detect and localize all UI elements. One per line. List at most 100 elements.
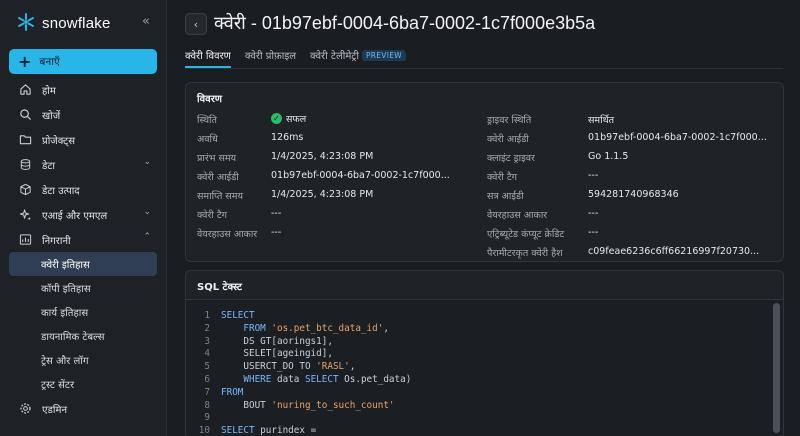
detail-label: स्थिति (197, 115, 217, 126)
detail-label: क्लाइंट ड्राइवर (487, 153, 535, 164)
home-icon (18, 83, 32, 97)
line-number: 10 (198, 425, 210, 436)
sidebar-item-label: निगरानी (42, 235, 71, 247)
line-number: 6 (204, 374, 210, 385)
main-content: ‹ क्वेरी - 01b97ebf-0004-6ba7-0002-1c7f0… (168, 0, 800, 436)
code-text: SELECT purindex = (221, 425, 317, 436)
detail-value: --- (588, 170, 599, 181)
sql-code-block[interactable]: 1 SELECT 2 FROM 'os.pet_btc_data_id', 3 DS … (186, 300, 783, 436)
snowflake-logo-icon (16, 12, 36, 35)
line-number: 8 (204, 399, 210, 411)
line-number: 1 (204, 310, 210, 321)
database-icon (18, 158, 32, 172)
sidebar-item-label: एडमिन (42, 404, 67, 416)
create-button[interactable]: + बनाएँ (9, 49, 157, 74)
code-text: USERCT_DO TO 'RASL', (221, 361, 356, 373)
brand[interactable]: snowflake (16, 11, 111, 35)
sql-title: SQL टेक्स्ट (197, 282, 242, 293)
sidebar-subitem-dynamic-tables[interactable]: डायनामिक टेबल्स (9, 324, 157, 348)
chevron-up-icon[interactable]: ⌃ (143, 232, 151, 242)
code-text: BOUT 'nuring_to_such_count' (221, 399, 395, 411)
back-button[interactable]: ‹ (185, 13, 207, 35)
detail-value: --- (588, 208, 599, 219)
tab-bar: क्वेरी विवरण क्वेरी प्रोफ़ाइल क्वेरी टेल… (185, 44, 407, 68)
gear-icon (18, 402, 32, 416)
chevron-left-icon: ‹ (193, 17, 199, 31)
detail-label: पैरामीटरकृत क्वेरी हैश (487, 248, 563, 259)
brand-name: snowflake (42, 14, 111, 32)
tab-query-telemetry[interactable]: क्वेरी टेलीमेट्री PREVIEW (310, 44, 407, 68)
detail-label: वेयरहाउस आकार (197, 229, 258, 240)
sidebar-subitem-traces-logs[interactable]: ट्रेस और लॉग (9, 348, 157, 372)
sidebar-item-label: एआई और एमएल (42, 210, 108, 222)
detail-value: समर्थित (588, 115, 615, 126)
scrollbar[interactable] (773, 303, 780, 433)
sparkle-icon (18, 208, 32, 222)
line-number: 9 (204, 412, 210, 424)
sidebar-item-home[interactable]: होम (9, 77, 157, 102)
tab-label: क्वेरी टेलीमेट्री (310, 51, 359, 62)
sidebar-subitem-trust-center[interactable]: ट्रस्ट सेंटर (9, 372, 157, 396)
detail-label: वेयरहाउस आकार (487, 210, 548, 221)
create-label: बनाएँ (39, 55, 60, 68)
detail-value[interactable]: c09feae6236c6ff66216997f20730... (588, 246, 759, 257)
cube-icon (18, 183, 32, 197)
detail-value[interactable]: 01b97ebf-0004-6ba7-0002-1c7f000... (588, 132, 767, 143)
detail-label: समाप्ति समय (197, 191, 243, 202)
monitor-icon (18, 233, 32, 247)
detail-label: क्वेरी आईडी (197, 172, 239, 183)
line-number: 3 (204, 335, 210, 347)
sidebar-item-data-products[interactable]: डेटा उत्पाद (9, 177, 157, 202)
plus-icon: + (18, 51, 32, 71)
check-circle-icon: ✓ (271, 113, 282, 124)
tab-query-details[interactable]: क्वेरी विवरण (185, 44, 231, 68)
detail-value: 594281740968346 (588, 189, 679, 200)
preview-badge: PREVIEW (361, 50, 407, 61)
sidebar-subitem-task-history[interactable]: कार्य इतिहास (9, 300, 157, 324)
sidebar-nav: होम खोजें प्रोजेक्ट्स डेटा ⌄ डेटा उत्पाद… (9, 77, 157, 421)
detail-label: एट्रिब्यूटेड कंप्यूट क्रेडिट (487, 229, 565, 240)
sidebar-item-ai-ml[interactable]: एआई और एमएल ⌄ (9, 202, 157, 227)
chevrons-left-icon[interactable]: « (138, 14, 154, 30)
detail-label: अवधि (197, 134, 218, 145)
detail-value: 126ms (271, 132, 304, 143)
detail-label: क्वेरी आईडी (487, 134, 529, 145)
sidebar-item-projects[interactable]: प्रोजेक्ट्स (9, 127, 157, 152)
detail-value: --- (271, 208, 282, 219)
line-number: 7 (204, 386, 210, 398)
sidebar-item-admin[interactable]: एडमिन (9, 396, 157, 421)
code-text: FROM 'os.pet_btc_data_id', (221, 322, 389, 334)
search-icon (18, 108, 32, 122)
sql-text-panel: SQL टेक्स्ट 1 SELECT 2 FROM 'os.pet_btc_da… (185, 270, 784, 436)
folder-icon (18, 133, 32, 147)
sidebar-subitem-copy-history[interactable]: कॉपी इतिहास (9, 276, 157, 300)
tab-query-profile[interactable]: क्वेरी प्रोफ़ाइल (245, 44, 296, 68)
detail-label: सत्र आईडी (487, 191, 524, 202)
sidebar: snowflake « + बनाएँ होम खोजें प्रोजेक्ट्… (0, 0, 167, 436)
code-text: SELECT (221, 310, 255, 321)
detail-value: 1/4/2025, 4:23:08 PM (271, 189, 374, 200)
sidebar-subitem-query-history[interactable]: क्वेरी इतिहास (9, 252, 157, 276)
line-number: 2 (204, 322, 210, 334)
detail-label: ड्राइवर स्थिति (487, 115, 532, 126)
code-text: DS GT[aorings1], (221, 335, 333, 347)
detail-value-status: ✓ सफल (271, 112, 306, 125)
sidebar-item-monitoring[interactable]: निगरानी ⌃ (9, 227, 157, 252)
sidebar-item-data[interactable]: डेटा ⌄ (9, 152, 157, 177)
sidebar-item-label: डेटा (42, 160, 55, 172)
details-panel: विवरण स्थिति ✓ सफल अवधि 126ms प्रारंभ समय… (185, 82, 784, 262)
code-text: SELET[ageingid], (221, 348, 333, 360)
sidebar-item-label: होम (42, 85, 56, 97)
chevron-down-icon[interactable]: ⌄ (143, 157, 151, 167)
code-text: FROM (221, 386, 244, 398)
detail-value[interactable]: 01b97ebf-0004-6ba7-0002-1c7f000... (271, 170, 450, 181)
chevron-down-icon[interactable]: ⌄ (143, 207, 151, 217)
sidebar-item-search[interactable]: खोजें (9, 102, 157, 127)
detail-label: क्वेरी टैग (487, 172, 517, 183)
detail-label: प्रारंभ समय (197, 153, 237, 164)
detail-label: क्वेरी टैग (197, 210, 227, 221)
tab-divider (185, 68, 783, 69)
status-text: सफल (286, 114, 307, 125)
detail-value: 1/4/2025, 4:23:08 PM (271, 151, 374, 162)
detail-value: Go 1.1.5 (588, 151, 629, 162)
